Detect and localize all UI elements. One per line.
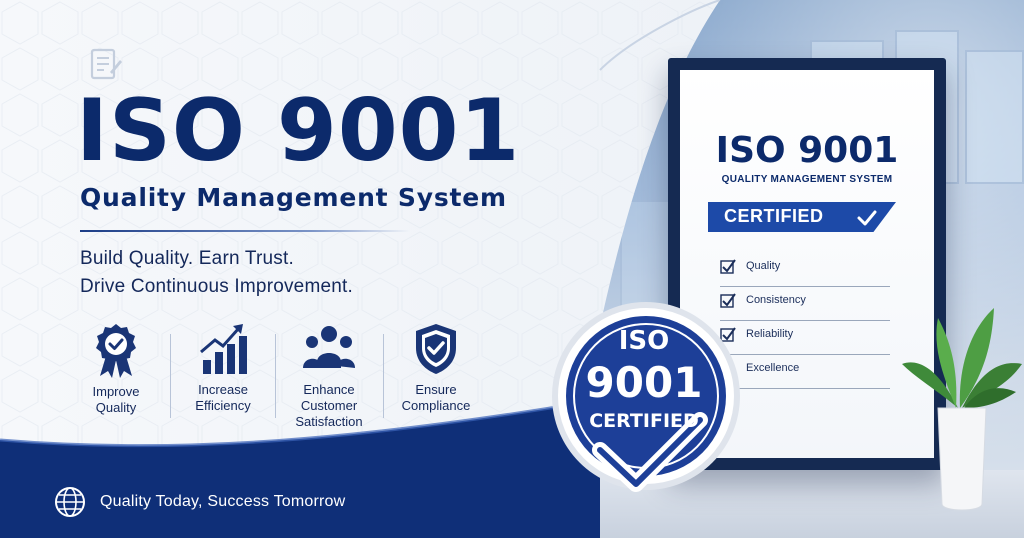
document-icon	[90, 48, 122, 80]
benefit-label: Increase Efficiency	[195, 382, 251, 413]
certificate-item: Quality	[720, 256, 890, 287]
benefit-increase-efficiency: Increase Efficiency	[173, 322, 273, 414]
main-subtitle: Quality Management System	[80, 183, 507, 212]
growth-chart-icon	[200, 324, 247, 374]
seal-line-2: 9001	[585, 358, 703, 407]
customers-group-icon	[303, 326, 355, 368]
tagline-line-2: Drive Continuous Improvement.	[80, 276, 353, 297]
main-title: ISO 9001	[76, 81, 521, 181]
banner: ISO 9001 Quality Management System Build…	[0, 0, 1024, 538]
award-ribbon-icon	[96, 324, 136, 378]
check-icon	[857, 210, 877, 226]
potted-plant	[902, 308, 1022, 511]
benefits-row: Improve Quality Increase Efficiency Enha…	[76, 322, 496, 442]
globe-icon	[55, 487, 85, 517]
benefit-separator	[383, 334, 384, 418]
title-divider	[80, 230, 410, 232]
certificate-subtitle: QUALITY MANAGEMENT SYSTEM	[721, 174, 893, 185]
footer-slogan: Quality Today, Success Tomorrow	[100, 493, 346, 510]
benefit-separator	[275, 334, 276, 418]
benefit-label: Improve Quality	[92, 384, 140, 415]
seal-line-3: CERTIFIED	[589, 410, 699, 432]
checkbox-checked-icon	[720, 259, 736, 274]
benefit-improve-quality: Improve Quality	[66, 322, 166, 416]
tagline-line-1: Build Quality. Earn Trust.	[80, 248, 294, 269]
benefit-ensure-compliance: Ensure Compliance	[386, 322, 486, 414]
benefit-customer-satisfaction: Enhance Customer Satisfaction	[279, 322, 379, 430]
benefit-separator	[170, 334, 171, 418]
certificate-title: ISO 9001	[715, 130, 899, 171]
seal-line-1: ISO	[618, 326, 670, 356]
benefit-label: Ensure Compliance	[401, 382, 471, 413]
benefit-label: Enhance Customer Satisfaction	[295, 382, 363, 429]
certified-banner-label: CERTIFIED	[724, 206, 824, 226]
shield-check-icon	[416, 324, 456, 374]
